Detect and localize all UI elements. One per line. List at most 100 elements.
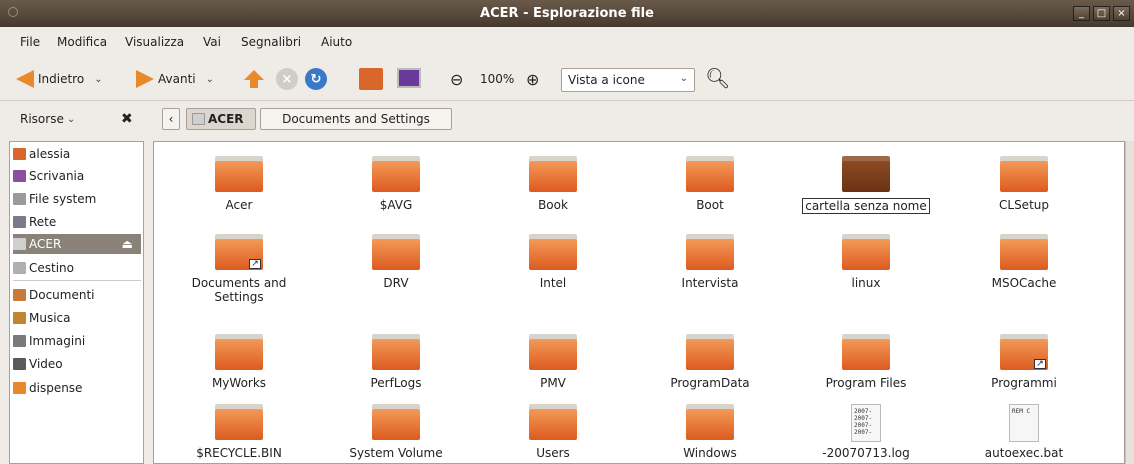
folder-item[interactable]: CLSetup bbox=[954, 156, 1094, 212]
sidebar-item-immagini[interactable]: Immagini bbox=[13, 331, 141, 351]
folder-item[interactable]: PerfLogs bbox=[326, 334, 466, 390]
sidebar-item-musica[interactable]: Musica bbox=[13, 308, 141, 328]
folder-item[interactable]: Users bbox=[483, 404, 623, 460]
file-name-label: Users bbox=[536, 446, 570, 460]
forward-button[interactable]: Avanti ⌄ bbox=[136, 70, 214, 88]
menu-aiuto[interactable]: Aiuto bbox=[321, 35, 352, 49]
file-name-label: $AVG bbox=[379, 198, 413, 212]
path-back-button[interactable]: ‹ bbox=[162, 108, 180, 130]
file-name-label: $RECYCLE.BIN bbox=[196, 446, 282, 460]
folder-icon bbox=[13, 382, 26, 394]
drive-icon bbox=[192, 113, 205, 125]
sidebar-item-scrivania[interactable]: Scrivania bbox=[13, 166, 141, 186]
folder-item[interactable]: MSOCache bbox=[954, 234, 1094, 290]
folder-item[interactable]: System Volume bbox=[326, 404, 466, 460]
zoom-in-button[interactable]: ⊕ bbox=[526, 70, 539, 89]
folder-item[interactable]: Boot bbox=[640, 156, 780, 212]
file-name-label: PMV bbox=[540, 376, 566, 390]
file-name-label: ProgramData bbox=[670, 376, 750, 390]
drive-icon bbox=[13, 193, 26, 205]
file-name-label: Intervista bbox=[681, 276, 739, 290]
file-name-label: MSOCache bbox=[991, 276, 1057, 290]
home-button[interactable] bbox=[359, 68, 383, 90]
folder-item[interactable]: MyWorks bbox=[169, 334, 309, 390]
sidebar-item-alessia[interactable]: alessia bbox=[13, 144, 141, 164]
sidebar-item-cestino[interactable]: Cestino bbox=[13, 258, 141, 278]
path-segment-acer[interactable]: ACER bbox=[186, 108, 256, 130]
folder-item[interactable]: cartella senza nome bbox=[796, 156, 936, 214]
menu-file[interactable]: File bbox=[20, 35, 40, 49]
folder-item[interactable]: $RECYCLE.BIN bbox=[169, 404, 309, 460]
sidebar-item-documenti[interactable]: Documenti bbox=[13, 285, 141, 305]
forward-history-chevron-icon[interactable]: ⌄ bbox=[206, 74, 214, 85]
path-segment-documents[interactable]: Documents and Settings bbox=[260, 108, 452, 130]
home-icon bbox=[359, 68, 383, 90]
folder-icon bbox=[529, 234, 577, 270]
search-button[interactable]: 🔍︎ bbox=[705, 66, 730, 90]
sidebar-item-label: dispense bbox=[29, 381, 83, 395]
zoom-level[interactable]: 100% bbox=[480, 72, 514, 86]
folder-item[interactable]: ↗ Programmi bbox=[954, 334, 1094, 390]
folder-item[interactable]: DRV bbox=[326, 234, 466, 290]
folder-item[interactable]: $AVG bbox=[326, 156, 466, 212]
sidebar-item-label: Rete bbox=[29, 215, 57, 229]
file-item[interactable]: 2007- 2007- 2007- 2007- -20070713.log bbox=[796, 404, 936, 460]
back-history-chevron-icon[interactable]: ⌄ bbox=[94, 74, 102, 85]
folder-item[interactable]: Intervista bbox=[640, 234, 780, 290]
sidebar-item-label: File system bbox=[29, 192, 97, 206]
panel-selector[interactable]: Risorse ⌄ bbox=[20, 112, 75, 126]
sidebar-item-label: Immagini bbox=[29, 334, 86, 348]
home-icon bbox=[13, 148, 26, 160]
folder-item[interactable]: ProgramData bbox=[640, 334, 780, 390]
file-icon-view[interactable]: Acer $AVG Book Boot cartella senza nome CLSet… bbox=[153, 141, 1125, 464]
computer-icon bbox=[397, 68, 421, 88]
menu-modifica[interactable]: Modifica bbox=[57, 35, 107, 49]
file-name-label: PerfLogs bbox=[370, 376, 422, 390]
zoom-out-button[interactable]: ⊖ bbox=[450, 70, 463, 89]
sidebar-item-label: alessia bbox=[29, 147, 71, 161]
folder-item[interactable]: Intel bbox=[483, 234, 623, 290]
file-name-label: -20070713.log bbox=[822, 446, 910, 460]
file-name-label: CLSetup bbox=[999, 198, 1049, 212]
maximize-button[interactable]: □ bbox=[1093, 6, 1110, 21]
reload-button[interactable]: ↻ bbox=[305, 68, 327, 90]
menu-segnalibri[interactable]: Segnalibri bbox=[241, 35, 301, 49]
folder-item[interactable]: Program Files bbox=[796, 334, 936, 390]
folder-icon bbox=[842, 234, 890, 270]
folder-icon bbox=[686, 156, 734, 192]
folder-item[interactable]: linux bbox=[796, 234, 936, 290]
folder-item[interactable]: Book bbox=[483, 156, 623, 212]
close-button[interactable]: × bbox=[1113, 6, 1130, 21]
up-button[interactable] bbox=[243, 68, 265, 90]
computer-button[interactable] bbox=[397, 68, 421, 88]
back-button[interactable]: Indietro ⌄ bbox=[16, 70, 103, 88]
folder-icon bbox=[529, 156, 577, 192]
menu-bar: File Modifica Visualizza Vai Segnalibri … bbox=[0, 31, 1134, 53]
folder-icon bbox=[686, 234, 734, 270]
folder-item[interactable]: Acer bbox=[169, 156, 309, 212]
sidebar-item-acer[interactable]: ACER ⏏ bbox=[13, 234, 141, 254]
file-item[interactable]: REM C autoexec.bat bbox=[954, 404, 1094, 460]
sidebar-item-file-system[interactable]: File system bbox=[13, 189, 141, 209]
minimize-button[interactable]: _ bbox=[1073, 6, 1090, 21]
view-mode-select[interactable]: Vista a icone ⌄ bbox=[561, 68, 695, 92]
sidebar-divider bbox=[13, 280, 141, 281]
folder-item[interactable]: Windows bbox=[640, 404, 780, 460]
chevron-down-icon: ⌄ bbox=[66, 113, 76, 125]
window-title: ACER - Esplorazione file bbox=[480, 6, 654, 21]
folder-icon bbox=[686, 404, 734, 440]
eject-icon[interactable]: ⏏ bbox=[122, 237, 133, 251]
close-sidebar-icon[interactable]: ✖ bbox=[121, 111, 133, 127]
sidebar-item-rete[interactable]: Rete bbox=[13, 212, 141, 232]
folder-icon: ↗ bbox=[1000, 334, 1048, 370]
folder-item[interactable]: PMV bbox=[483, 334, 623, 390]
menu-visualizza[interactable]: Visualizza bbox=[125, 35, 184, 49]
stop-button[interactable]: × bbox=[276, 68, 298, 90]
file-name-label: linux bbox=[851, 276, 881, 290]
menu-vai[interactable]: Vai bbox=[203, 35, 221, 49]
sidebar-item-video[interactable]: Video bbox=[13, 354, 141, 374]
rename-field[interactable]: cartella senza nome bbox=[802, 198, 930, 214]
folder-item[interactable]: ↗ Documents and Settings bbox=[169, 234, 309, 304]
sidebar-item-dispense[interactable]: dispense bbox=[13, 378, 141, 398]
content-scrollbar[interactable] bbox=[1125, 141, 1134, 464]
